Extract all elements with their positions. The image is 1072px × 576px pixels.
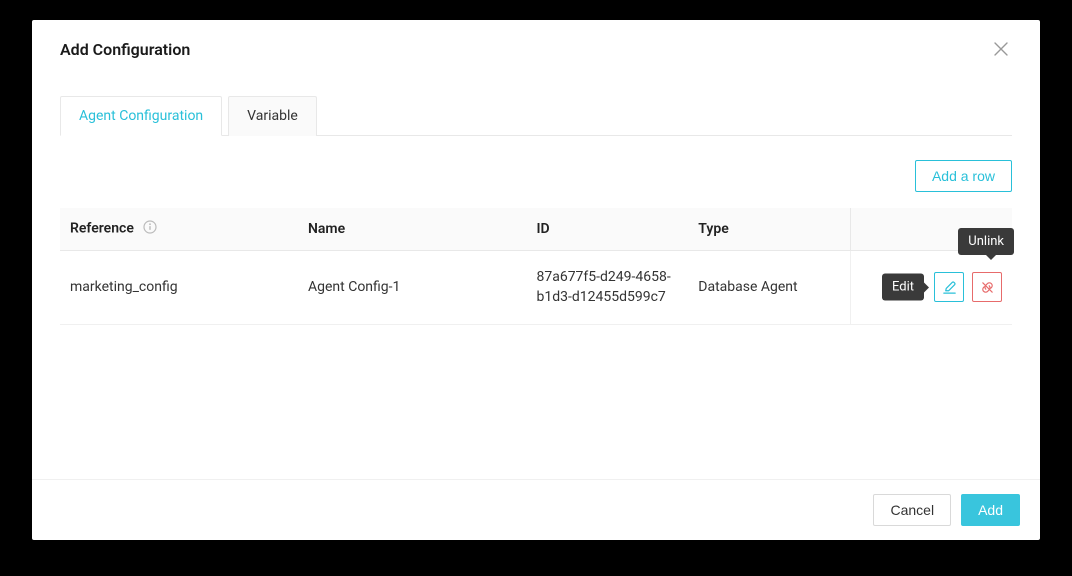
unlink-icon	[980, 280, 995, 295]
edit-button[interactable]	[934, 272, 964, 302]
tab-variable[interactable]: Variable	[228, 96, 317, 136]
col-header-type: Type	[688, 208, 850, 251]
add-row-button[interactable]: Add a row	[915, 160, 1012, 192]
edit-tooltip: Edit	[882, 274, 924, 301]
tab-agent-configuration[interactable]: Agent Configuration	[60, 96, 222, 136]
unlink-button[interactable]	[972, 272, 1002, 302]
add-button[interactable]: Add	[961, 494, 1020, 526]
modal-body: Agent Configuration Variable Add a row R…	[32, 76, 1040, 479]
cell-name: Agent Config-1	[298, 251, 526, 325]
cancel-button[interactable]: Cancel	[873, 494, 951, 526]
cell-id: 87a677f5-d249-4658-b1d3-d12455d599c7	[526, 251, 688, 325]
cell-type: Database Agent	[688, 251, 850, 325]
config-table: Reference Name ID Type marketing_config …	[60, 208, 1012, 325]
modal-header: Add Configuration	[32, 20, 1040, 76]
info-icon[interactable]	[143, 220, 157, 238]
close-button[interactable]	[990, 38, 1012, 60]
add-configuration-modal: Add Configuration Agent Configuration Va…	[32, 20, 1040, 540]
table-toolbar: Add a row	[60, 160, 1012, 192]
unlink-tooltip: Unlink	[958, 228, 1014, 255]
col-header-name: Name	[298, 208, 526, 251]
tabs: Agent Configuration Variable	[60, 96, 1012, 136]
col-header-reference-label: Reference	[70, 221, 134, 237]
col-header-id: ID	[526, 208, 688, 251]
close-icon	[994, 42, 1008, 56]
modal-title: Add Configuration	[60, 40, 190, 59]
cell-id-text: 87a677f5-d249-4658-b1d3-d12455d599c7	[536, 267, 678, 308]
edit-icon	[942, 280, 957, 295]
cell-reference: marketing_config	[60, 251, 298, 325]
modal-footer: Cancel Add	[32, 479, 1040, 540]
cell-actions: Edit Unlink	[850, 251, 1012, 325]
table-row: marketing_config Agent Config-1 87a677f5…	[60, 251, 1012, 325]
col-header-reference: Reference	[60, 208, 298, 251]
